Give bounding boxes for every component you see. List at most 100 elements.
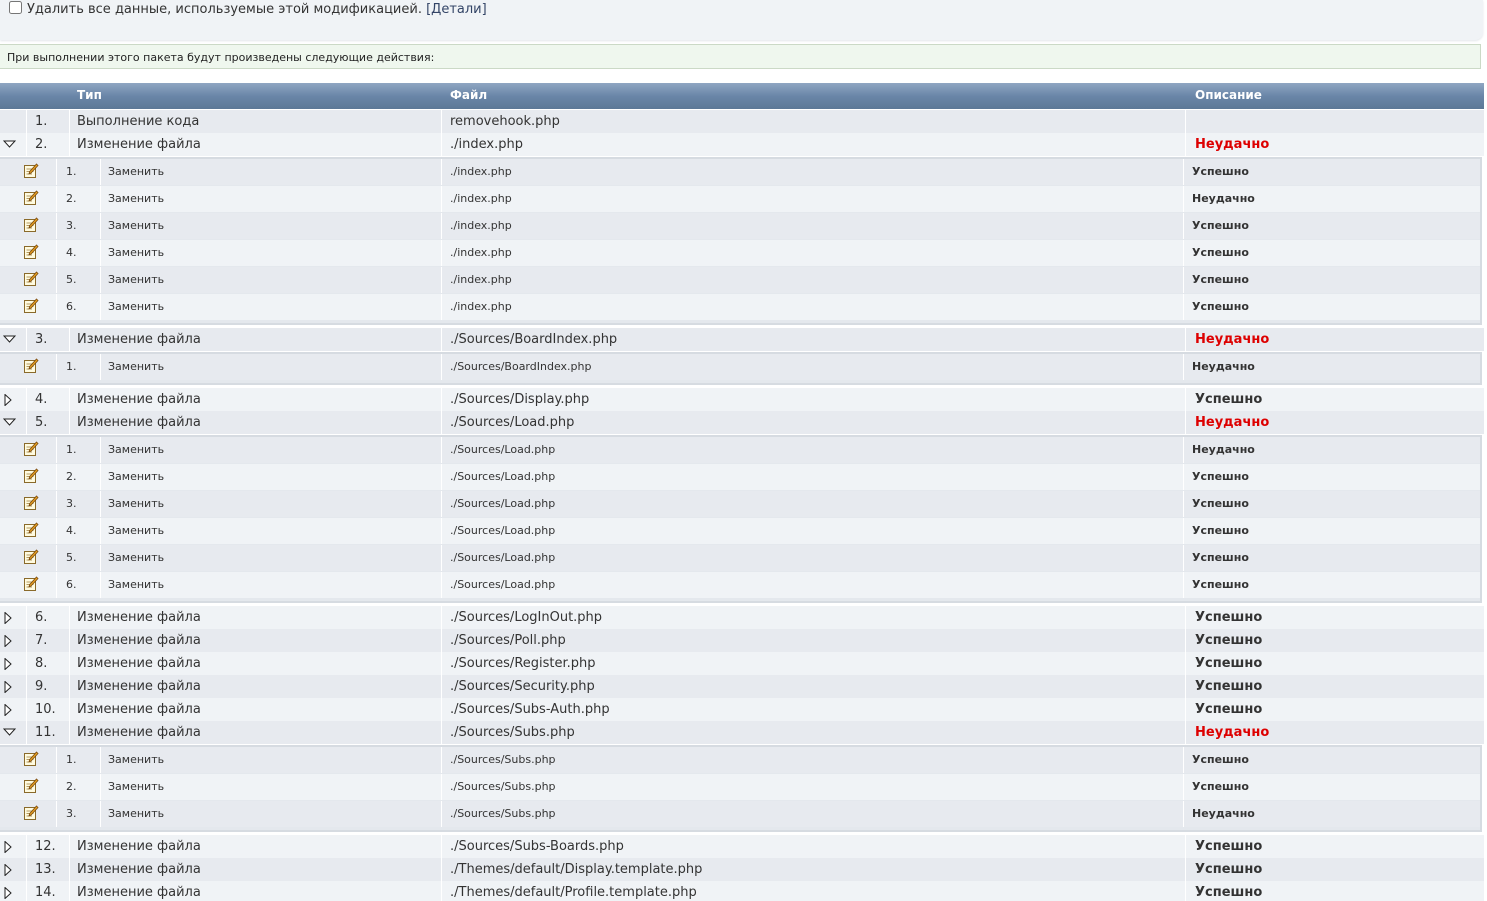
column-divider	[26, 835, 27, 858]
table-row[interactable]: 7. Изменение файла ./Sources/Poll.php Успеш…	[0, 629, 1484, 652]
column-divider	[100, 464, 101, 490]
sub-action-row: 3. Заменить ./Sources/Load.php Успешно	[0, 491, 1480, 517]
column-divider	[100, 774, 101, 800]
column-divider	[441, 110, 442, 133]
column-divider	[100, 801, 101, 827]
column-divider	[441, 213, 442, 239]
row-number: 11.	[35, 725, 56, 740]
column-divider	[56, 545, 57, 571]
edit-file-icon	[24, 217, 39, 232]
sub-row-number: 1.	[66, 753, 77, 766]
row-number: 10.	[35, 702, 56, 717]
expand-triangle-icon[interactable]	[3, 887, 12, 899]
sub-action-type: Заменить	[108, 300, 165, 313]
sub-status-text: Неудачно	[1192, 360, 1255, 373]
expand-triangle-icon[interactable]	[3, 681, 12, 693]
sub-status-text: Неудачно	[1192, 192, 1255, 205]
table-row[interactable]: 6. Изменение файла ./Sources/LogInOut.php У…	[0, 606, 1484, 629]
action-type: Изменение файла	[77, 885, 201, 900]
table-row[interactable]: 10. Изменение файла ./Sources/Subs-Auth.ph…	[0, 698, 1484, 721]
status-text: Неудачно	[1195, 332, 1270, 347]
collapse-triangle-icon[interactable]	[3, 139, 16, 151]
column-divider	[56, 747, 57, 773]
sub-status-text: Успешно	[1192, 780, 1249, 793]
expand-triangle-icon[interactable]	[3, 635, 12, 647]
column-divider	[441, 491, 442, 517]
delete-data-text: Удалить все данные, используемые этой мо…	[27, 2, 422, 17]
sub-status-text: Успешно	[1192, 753, 1249, 766]
action-type: Изменение файла	[77, 679, 201, 694]
column-divider	[69, 388, 70, 411]
sub-file-path: ./Sources/Load.php	[450, 497, 556, 510]
table-row[interactable]: 3. Изменение файла ./Sources/BoardIndex.ph…	[0, 328, 1484, 351]
column-divider	[56, 240, 57, 266]
sub-action-row: 1. Заменить ./index.php Успешно	[0, 159, 1480, 185]
action-type: Изменение файла	[77, 656, 201, 671]
sub-row-number: 6.	[66, 578, 77, 591]
sub-file-path: ./index.php	[450, 273, 512, 286]
column-divider	[69, 881, 70, 901]
details-link[interactable]: [Детали]	[426, 2, 487, 17]
column-divider	[100, 186, 101, 212]
column-divider	[1183, 518, 1184, 544]
sub-action-row: 2. Заменить ./index.php Неудачно	[0, 186, 1480, 212]
table-row[interactable]: 4. Изменение файла ./Sources/Display.php Ус…	[0, 388, 1484, 411]
column-divider	[441, 881, 442, 901]
column-divider	[100, 572, 101, 598]
expand-triangle-icon[interactable]	[3, 658, 12, 670]
table-row[interactable]: 5. Изменение файла ./Sources/Load.php Неуда…	[0, 411, 1484, 434]
file-path: ./Sources/Register.php	[450, 656, 596, 671]
action-type: Изменение файла	[77, 862, 201, 877]
sub-action-row: 2. Заменить ./Sources/Load.php Успешно	[0, 464, 1480, 490]
column-divider	[1185, 388, 1186, 411]
sub-file-path: ./Sources/Subs.php	[450, 807, 556, 820]
expand-triangle-icon[interactable]	[3, 864, 12, 876]
sub-row-number: 3.	[66, 497, 77, 510]
delete-data-label[interactable]: Удалить все данные, используемые этой мо…	[27, 2, 487, 17]
sub-file-path: ./index.php	[450, 192, 512, 205]
delete-data-checkbox[interactable]	[9, 1, 22, 14]
table-row[interactable]: 11. Изменение файла ./Sources/Subs.php Неуд…	[0, 721, 1484, 744]
row-number: 8.	[35, 656, 48, 671]
action-type: Выполнение кода	[77, 114, 200, 129]
column-divider	[441, 545, 442, 571]
column-divider	[56, 186, 57, 212]
row-number: 3.	[35, 332, 48, 347]
collapse-triangle-icon[interactable]	[3, 417, 16, 429]
sub-action-type: Заменить	[108, 273, 165, 286]
column-divider	[1183, 747, 1184, 773]
column-divider	[441, 267, 442, 293]
sub-status-text: Успешно	[1192, 470, 1249, 483]
table-row[interactable]: 12. Изменение файла ./Sources/Subs-Boards.…	[0, 835, 1484, 858]
sub-row-number: 5.	[66, 551, 77, 564]
table-row[interactable]: 14. Изменение файла ./Themes/default/Profi…	[0, 881, 1484, 901]
table-row[interactable]: 13. Изменение файла ./Themes/default/Displ…	[0, 858, 1484, 881]
column-divider	[441, 240, 442, 266]
expand-triangle-icon[interactable]	[3, 394, 12, 406]
sub-action-type: Заменить	[108, 807, 165, 820]
column-divider	[441, 133, 442, 156]
collapse-triangle-icon[interactable]	[3, 727, 16, 739]
status-text: Успешно	[1195, 839, 1263, 854]
column-divider	[56, 572, 57, 598]
expand-triangle-icon[interactable]	[3, 704, 12, 716]
column-divider	[1185, 698, 1186, 721]
status-text: Неудачно	[1195, 137, 1270, 152]
column-divider	[69, 411, 70, 434]
collapse-triangle-icon[interactable]	[3, 334, 16, 346]
column-divider	[441, 858, 442, 881]
column-divider	[1185, 606, 1186, 629]
action-type: Изменение файла	[77, 839, 201, 854]
sub-file-path: ./Sources/Load.php	[450, 443, 556, 456]
sub-action-type: Заменить	[108, 192, 165, 205]
table-row[interactable]: 9. Изменение файла ./Sources/Security.php У…	[0, 675, 1484, 698]
column-divider	[441, 354, 442, 380]
edit-file-icon	[24, 358, 39, 373]
sub-row-number: 3.	[66, 807, 77, 820]
expand-triangle-icon[interactable]	[3, 612, 12, 624]
table-row[interactable]: 2. Изменение файла ./index.php Неудачно	[0, 133, 1484, 156]
expand-triangle-icon[interactable]	[3, 841, 12, 853]
edit-file-icon	[24, 271, 39, 286]
file-path: ./index.php	[450, 137, 523, 152]
table-row[interactable]: 8. Изменение файла ./Sources/Register.php У…	[0, 652, 1484, 675]
